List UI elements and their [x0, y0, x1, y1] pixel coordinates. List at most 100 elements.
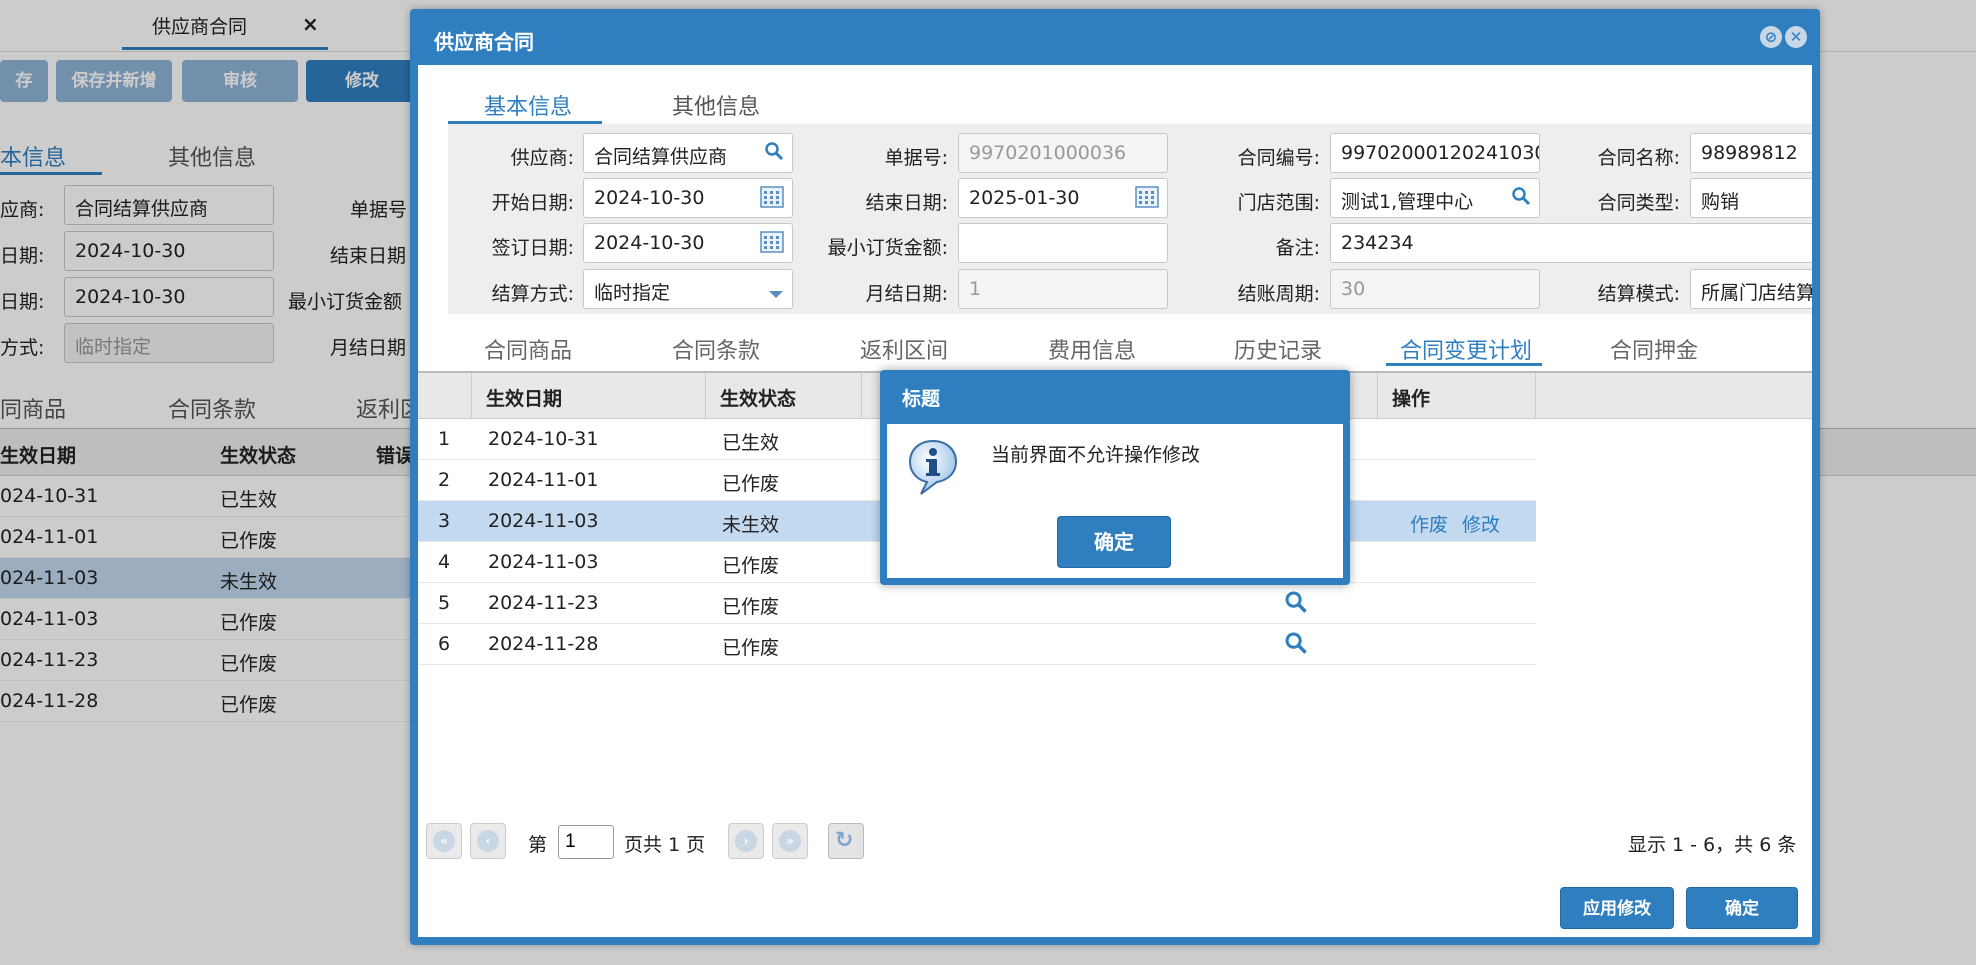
month-day-label: 月结日期:: [865, 283, 948, 305]
settle-mode-field[interactable]: 所属门店结算: [1690, 269, 1812, 309]
tab-contract-goods[interactable]: 合同商品: [484, 333, 572, 365]
contract-no-field[interactable]: 99702000120241030: [1330, 133, 1540, 173]
start-date-label: 开始日期:: [491, 192, 574, 214]
tab-change-plan[interactable]: 合同变更计划: [1400, 333, 1532, 365]
tab-other-info[interactable]: 其他信息: [672, 89, 760, 121]
search-icon[interactable]: [1511, 186, 1531, 211]
bill-cycle-label: 结账周期:: [1237, 283, 1320, 305]
row-status: 未生效: [722, 514, 780, 536]
month-day-field: 1: [958, 269, 1168, 309]
void-link[interactable]: 作废: [1410, 514, 1448, 536]
row-date: 2024-11-03: [488, 510, 599, 532]
row-number: 1: [438, 428, 451, 450]
tab-basic-info[interactable]: 基本信息: [484, 89, 572, 121]
refresh-icon: ↻: [835, 828, 854, 853]
search-icon[interactable]: [1284, 631, 1308, 660]
doc-no-value: 9970201000036: [969, 142, 1127, 164]
apply-changes-button[interactable]: 应用修改: [1560, 887, 1674, 929]
row-status: 已作废: [722, 596, 780, 618]
pager: « ‹ 第 页共 1 页 › » ↻ 显示 1 - 6，共 6 条: [418, 817, 1812, 865]
row-date: 2024-11-03: [488, 551, 599, 573]
end-date-field[interactable]: 2025-01-30: [958, 178, 1168, 218]
row-status: 已生效: [722, 432, 780, 454]
info-icon: [907, 438, 959, 501]
row-date: 2024-11-01: [488, 469, 599, 491]
store-scope-field[interactable]: 测试1,管理中心: [1330, 178, 1540, 218]
page-input[interactable]: [558, 825, 614, 859]
bill-cycle-field: 30: [1330, 269, 1540, 309]
contract-name-label: 合同名称:: [1597, 147, 1680, 169]
doc-no-label: 单据号:: [884, 147, 948, 169]
calendar-icon[interactable]: [760, 231, 784, 258]
header-rownum: [418, 373, 472, 419]
search-icon[interactable]: [764, 141, 784, 166]
tab-underline: [1386, 363, 1542, 366]
contract-type-field[interactable]: 购销: [1690, 178, 1812, 218]
store-scope-value: 测试1,管理中心: [1341, 191, 1474, 213]
remark-value: 234234: [1341, 232, 1414, 254]
search-icon[interactable]: [1284, 590, 1308, 619]
page-prefix: 第: [528, 834, 548, 856]
end-date-label: 结束日期:: [865, 192, 948, 214]
header-date-label: 生效日期: [486, 388, 563, 410]
contract-type-value: 购销: [1701, 191, 1740, 213]
contract-name-field[interactable]: 98989812: [1690, 133, 1812, 173]
row-number: 5: [438, 592, 451, 614]
calendar-icon[interactable]: [1135, 186, 1159, 213]
prev-page-icon: ‹: [477, 830, 499, 852]
calendar-icon[interactable]: [760, 186, 784, 213]
prev-page-button[interactable]: ‹: [470, 823, 506, 859]
row-number: 4: [438, 551, 451, 573]
first-page-icon: «: [433, 830, 455, 852]
row-number: 6: [438, 633, 451, 655]
settle-method-label: 结算方式:: [491, 283, 574, 305]
month-day-value: 1: [969, 278, 982, 300]
last-page-button[interactable]: »: [772, 823, 808, 859]
pager-summary: 显示 1 - 6，共 6 条: [1628, 834, 1797, 856]
end-date-value: 2025-01-30: [969, 187, 1080, 209]
row-date: 2024-11-28: [488, 633, 599, 655]
row-number: 2: [438, 469, 451, 491]
min-order-field[interactable]: [958, 223, 1168, 263]
refresh-button[interactable]: ↻: [828, 823, 864, 859]
start-date-value: 2024-10-30: [594, 187, 705, 209]
header-op: 操作: [1378, 373, 1536, 419]
start-date-field[interactable]: 2024-10-30: [583, 178, 793, 218]
row-status: 已作废: [722, 555, 780, 577]
next-page-button[interactable]: ›: [728, 823, 764, 859]
remark-field[interactable]: 234234: [1330, 223, 1812, 263]
close-icon[interactable]: ✕: [1785, 26, 1807, 48]
alert-body: 当前界面不允许操作修改 确定: [887, 424, 1343, 578]
tab-rebate-range[interactable]: 返利区间: [860, 333, 948, 365]
chevron-down-icon[interactable]: [768, 283, 784, 305]
confirm-button[interactable]: 确定: [1686, 887, 1798, 929]
supplier-field[interactable]: 合同结算供应商: [583, 133, 793, 173]
first-page-button[interactable]: «: [426, 823, 462, 859]
bill-cycle-value: 30: [1341, 278, 1366, 300]
tab-deposit[interactable]: 合同押金: [1610, 333, 1698, 365]
supplier-value: 合同结算供应商: [594, 146, 728, 168]
alert-ok-button[interactable]: 确定: [1057, 516, 1171, 568]
table-row[interactable]: 6 2024-11-28 已作废: [418, 624, 1536, 665]
minimize-icon[interactable]: ⊘: [1760, 26, 1782, 48]
sign-date-field[interactable]: 2024-10-30: [583, 223, 793, 263]
tab-history[interactable]: 历史记录: [1234, 333, 1322, 365]
last-page-icon: »: [779, 830, 801, 852]
settle-method-select[interactable]: 临时指定: [583, 269, 793, 309]
form-area: 供应商: 合同结算供应商 单据号: 9970201000036 合同编号: 99…: [448, 124, 1812, 314]
edit-link[interactable]: 修改: [1462, 514, 1500, 536]
table-row[interactable]: 5 2024-11-23 已作废: [418, 583, 1536, 624]
tab-contract-terms[interactable]: 合同条款: [672, 333, 760, 365]
settle-mode-label: 结算模式:: [1597, 283, 1680, 305]
page-suffix: 页共 1 页: [624, 834, 706, 856]
doc-no-field: 9970201000036: [958, 133, 1168, 173]
remark-label: 备注:: [1275, 237, 1320, 259]
header-status[interactable]: 生效状态: [706, 373, 862, 419]
supplier-label: 供应商:: [510, 147, 574, 169]
next-page-icon: ›: [735, 830, 757, 852]
alert-title: 标题: [902, 388, 941, 410]
tab-fee-info[interactable]: 费用信息: [1048, 333, 1136, 365]
contract-no-value: 99702000120241030: [1341, 142, 1540, 164]
contract-no-label: 合同编号:: [1237, 147, 1320, 169]
header-date[interactable]: 生效日期: [472, 373, 706, 419]
